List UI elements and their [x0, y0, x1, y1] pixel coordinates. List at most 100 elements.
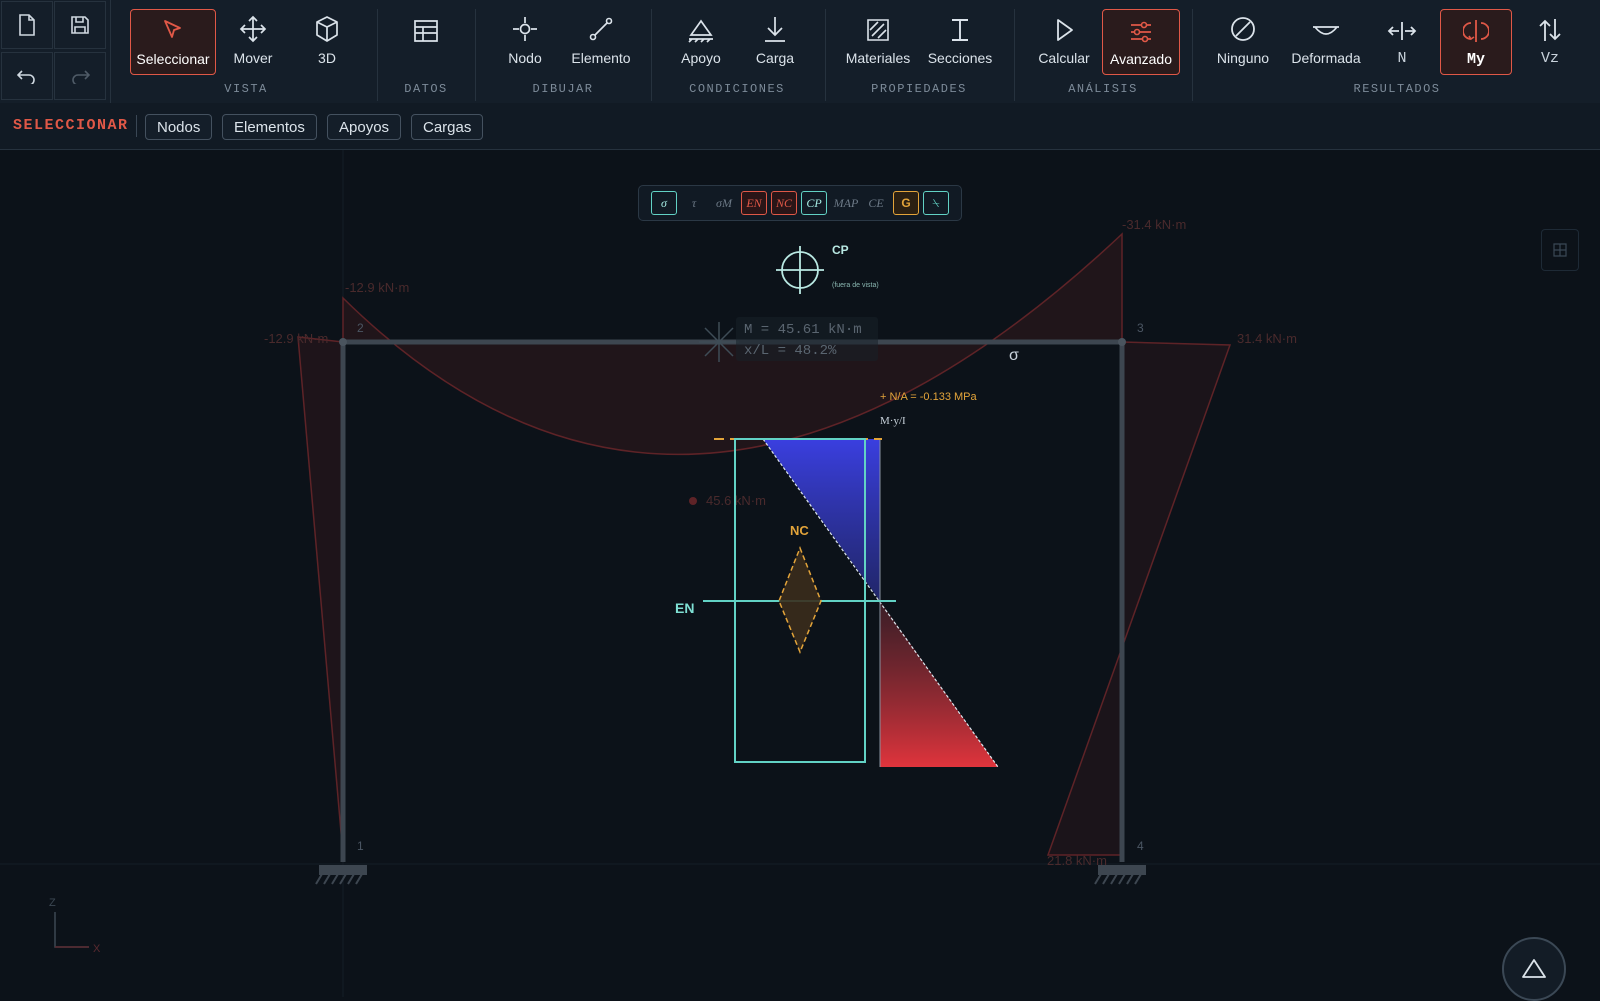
moment-label: -31.4 kN·m — [1122, 217, 1186, 232]
tool-calcular[interactable]: Calcular — [1021, 9, 1107, 75]
node-icon — [513, 17, 537, 41]
tool-avanzado[interactable]: Avanzado — [1102, 9, 1180, 75]
tool-label: Carga — [755, 50, 795, 66]
tool-label: Secciones — [927, 50, 993, 66]
tool-seleccionar[interactable]: Seleccionar — [130, 9, 216, 75]
triangle-up-icon — [1522, 959, 1546, 978]
toggle-map[interactable]: MAP — [831, 191, 861, 215]
moment-readout: M = 45.61 kN·m — [744, 322, 862, 338]
save-button[interactable] — [54, 1, 106, 49]
tool-secciones[interactable]: Secciones — [917, 9, 1003, 75]
table-icon — [414, 20, 438, 42]
new-file-icon — [19, 14, 35, 36]
undo-button[interactable] — [1, 52, 53, 100]
filter-chip-cargas[interactable]: Cargas — [411, 114, 484, 140]
tool-moment-my[interactable]: My — [1440, 9, 1512, 75]
support-icon — [688, 19, 713, 43]
cursor-icon — [164, 20, 181, 38]
cp-crosshair-icon — [776, 246, 824, 294]
axial-arrows-icon — [1387, 22, 1417, 40]
tool-label: Apoyo — [681, 50, 721, 66]
grid-icon — [1553, 243, 1567, 257]
group-label-propiedades: PROPIEDADES — [871, 82, 967, 96]
grid-toggle-button[interactable] — [1541, 229, 1579, 271]
compression-stress-block — [763, 439, 880, 601]
tool-label: Avanzado — [1109, 51, 1172, 67]
undo-icon — [17, 70, 35, 84]
node-3 — [1118, 338, 1126, 346]
node-label: 1 — [357, 839, 364, 853]
midspan-marker — [689, 497, 697, 505]
toggle-g[interactable]: G — [893, 191, 919, 215]
redo-button[interactable] — [54, 52, 106, 100]
filter-chip-elementos[interactable]: Elementos — [222, 114, 317, 140]
toolbar-divider — [651, 9, 652, 101]
node-2 — [339, 338, 347, 346]
filter-chip-nodos[interactable]: Nodos — [145, 114, 213, 140]
model-drawing: 2 3 1 4 -12.9 kN·m -12.9 kN·m -31.4 kN·m… — [0, 150, 1600, 997]
fixed-support-right — [1094, 865, 1146, 885]
stress-formula: M·y/I — [880, 415, 906, 427]
tool-label: My — [1466, 51, 1485, 68]
toolbar-divider — [1014, 9, 1015, 101]
node-label: 4 — [1137, 839, 1144, 853]
load-arrow-icon — [765, 17, 785, 42]
tool-elemento[interactable]: Elemento — [558, 9, 644, 75]
tool-label: Mover — [233, 50, 273, 66]
main-toolbar: Seleccionar Mover 3D VISTA DATOS Nodo El… — [0, 0, 1600, 104]
tool-label: Materiales — [845, 50, 911, 66]
na-stress-label: + N/A = -0.133 MPa — [880, 391, 977, 403]
tool-materiales[interactable]: Materiales — [835, 9, 921, 75]
moment-diagram-right-column — [1046, 341, 1232, 856]
material-icon — [867, 19, 889, 41]
move-icon — [239, 15, 267, 43]
axis-z-label: Z — [49, 897, 56, 909]
moment-diagram-left-column — [297, 336, 344, 856]
toggle-nc[interactable]: NC — [771, 191, 797, 215]
none-circle-icon — [1231, 17, 1255, 41]
tool-shear-vz[interactable]: Vz — [1510, 9, 1590, 75]
expand-panel-button[interactable] — [1502, 937, 1566, 1001]
sigma-label: σ — [1009, 347, 1019, 364]
tool-carga[interactable]: Carga — [732, 9, 818, 75]
tool-datos[interactable] — [383, 9, 469, 75]
tool-label: 3D — [318, 50, 336, 66]
tool-label: N — [1397, 50, 1407, 67]
toggle-cp[interactable]: CP — [801, 191, 827, 215]
group-label-condiciones: CONDICIONES — [689, 82, 785, 96]
deformed-shape-icon — [1313, 26, 1339, 35]
element-line-icon — [589, 17, 613, 41]
filter-chip-apoyos[interactable]: Apoyos — [327, 114, 402, 140]
toggle-en[interactable]: EN — [741, 191, 767, 215]
shear-arrows-icon — [1539, 19, 1561, 41]
toggle-sigma-m[interactable]: σM — [711, 191, 737, 215]
moment-label: 31.4 kN·m — [1237, 331, 1297, 346]
cp-note: (fuera de vista) — [832, 282, 879, 289]
play-icon — [1057, 19, 1073, 41]
cp-label: CP — [832, 243, 849, 257]
tool-ninguno[interactable]: Ninguno — [1200, 9, 1286, 75]
node-label: 2 — [357, 321, 364, 335]
toolbar-divider — [1192, 9, 1193, 101]
redo-icon — [72, 70, 90, 84]
axis-x-label: X — [93, 943, 101, 955]
tool-label: Nodo — [508, 50, 542, 66]
position-readout: x/L = 48.2% — [744, 343, 837, 359]
tool-nodo[interactable]: Nodo — [482, 9, 568, 75]
tool-3d[interactable]: 3D — [284, 9, 370, 75]
tool-label: Elemento — [571, 50, 631, 66]
toggle-ce[interactable]: CE — [863, 191, 889, 215]
mode-title: SELECCIONAR — [13, 117, 129, 134]
toolbar-divider — [377, 9, 378, 101]
model-canvas[interactable]: 2 3 1 4 -12.9 kN·m -12.9 kN·m -31.4 kN·m… — [0, 150, 1600, 997]
tool-axial-n[interactable]: N — [1360, 9, 1444, 75]
new-file-button[interactable] — [1, 1, 53, 49]
group-label-vista: VISTA — [224, 82, 268, 96]
tool-label: Vz — [1540, 50, 1559, 67]
moment-label: 21.8 kN·m — [1047, 853, 1107, 868]
toggle-tau[interactable]: τ — [681, 191, 707, 215]
toggle-sigma[interactable]: σ — [651, 191, 677, 215]
tool-deformada[interactable]: Deformada — [1280, 9, 1372, 75]
toggle-omega[interactable]: ⍀ — [923, 191, 949, 215]
axes-gizmo: Z X — [49, 897, 101, 955]
